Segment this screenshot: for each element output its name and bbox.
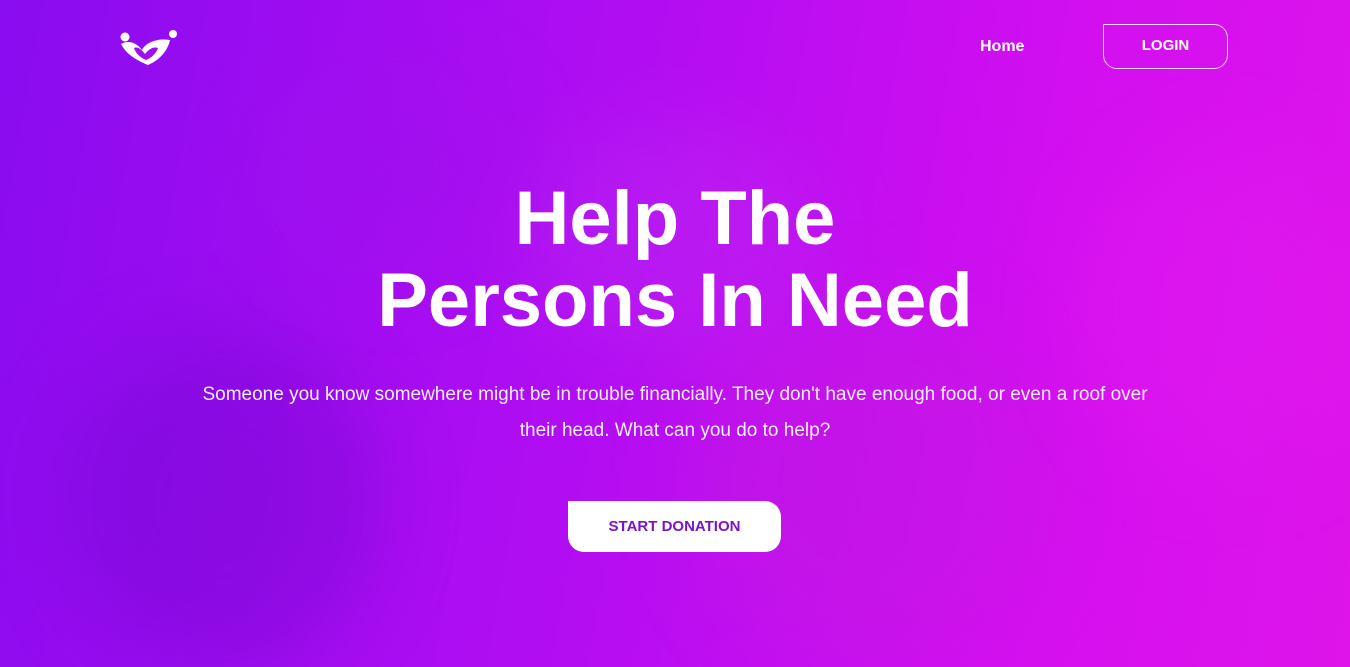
start-donation-label: START DONATION	[608, 518, 741, 535]
background-photo-overlay	[690, 300, 1050, 660]
start-donation-button[interactable]: START DONATION	[568, 501, 781, 552]
hero-headline-line1: Help The	[514, 176, 836, 261]
nav-home-link[interactable]: Home	[980, 38, 1024, 56]
hero-section: Home LOGIN Help The Persons In Need Some…	[0, 0, 1350, 667]
hero-headline-line2: Persons In Need	[377, 258, 973, 343]
login-button-label: LOGIN	[1141, 37, 1190, 54]
login-button[interactable]: LOGIN	[1103, 24, 1228, 69]
hero-headline: Help The Persons In Need	[0, 178, 1350, 342]
charity-heart-logo-icon[interactable]	[118, 28, 178, 68]
hero-subtitle: Someone you know somewhere might be in t…	[202, 384, 1148, 441]
